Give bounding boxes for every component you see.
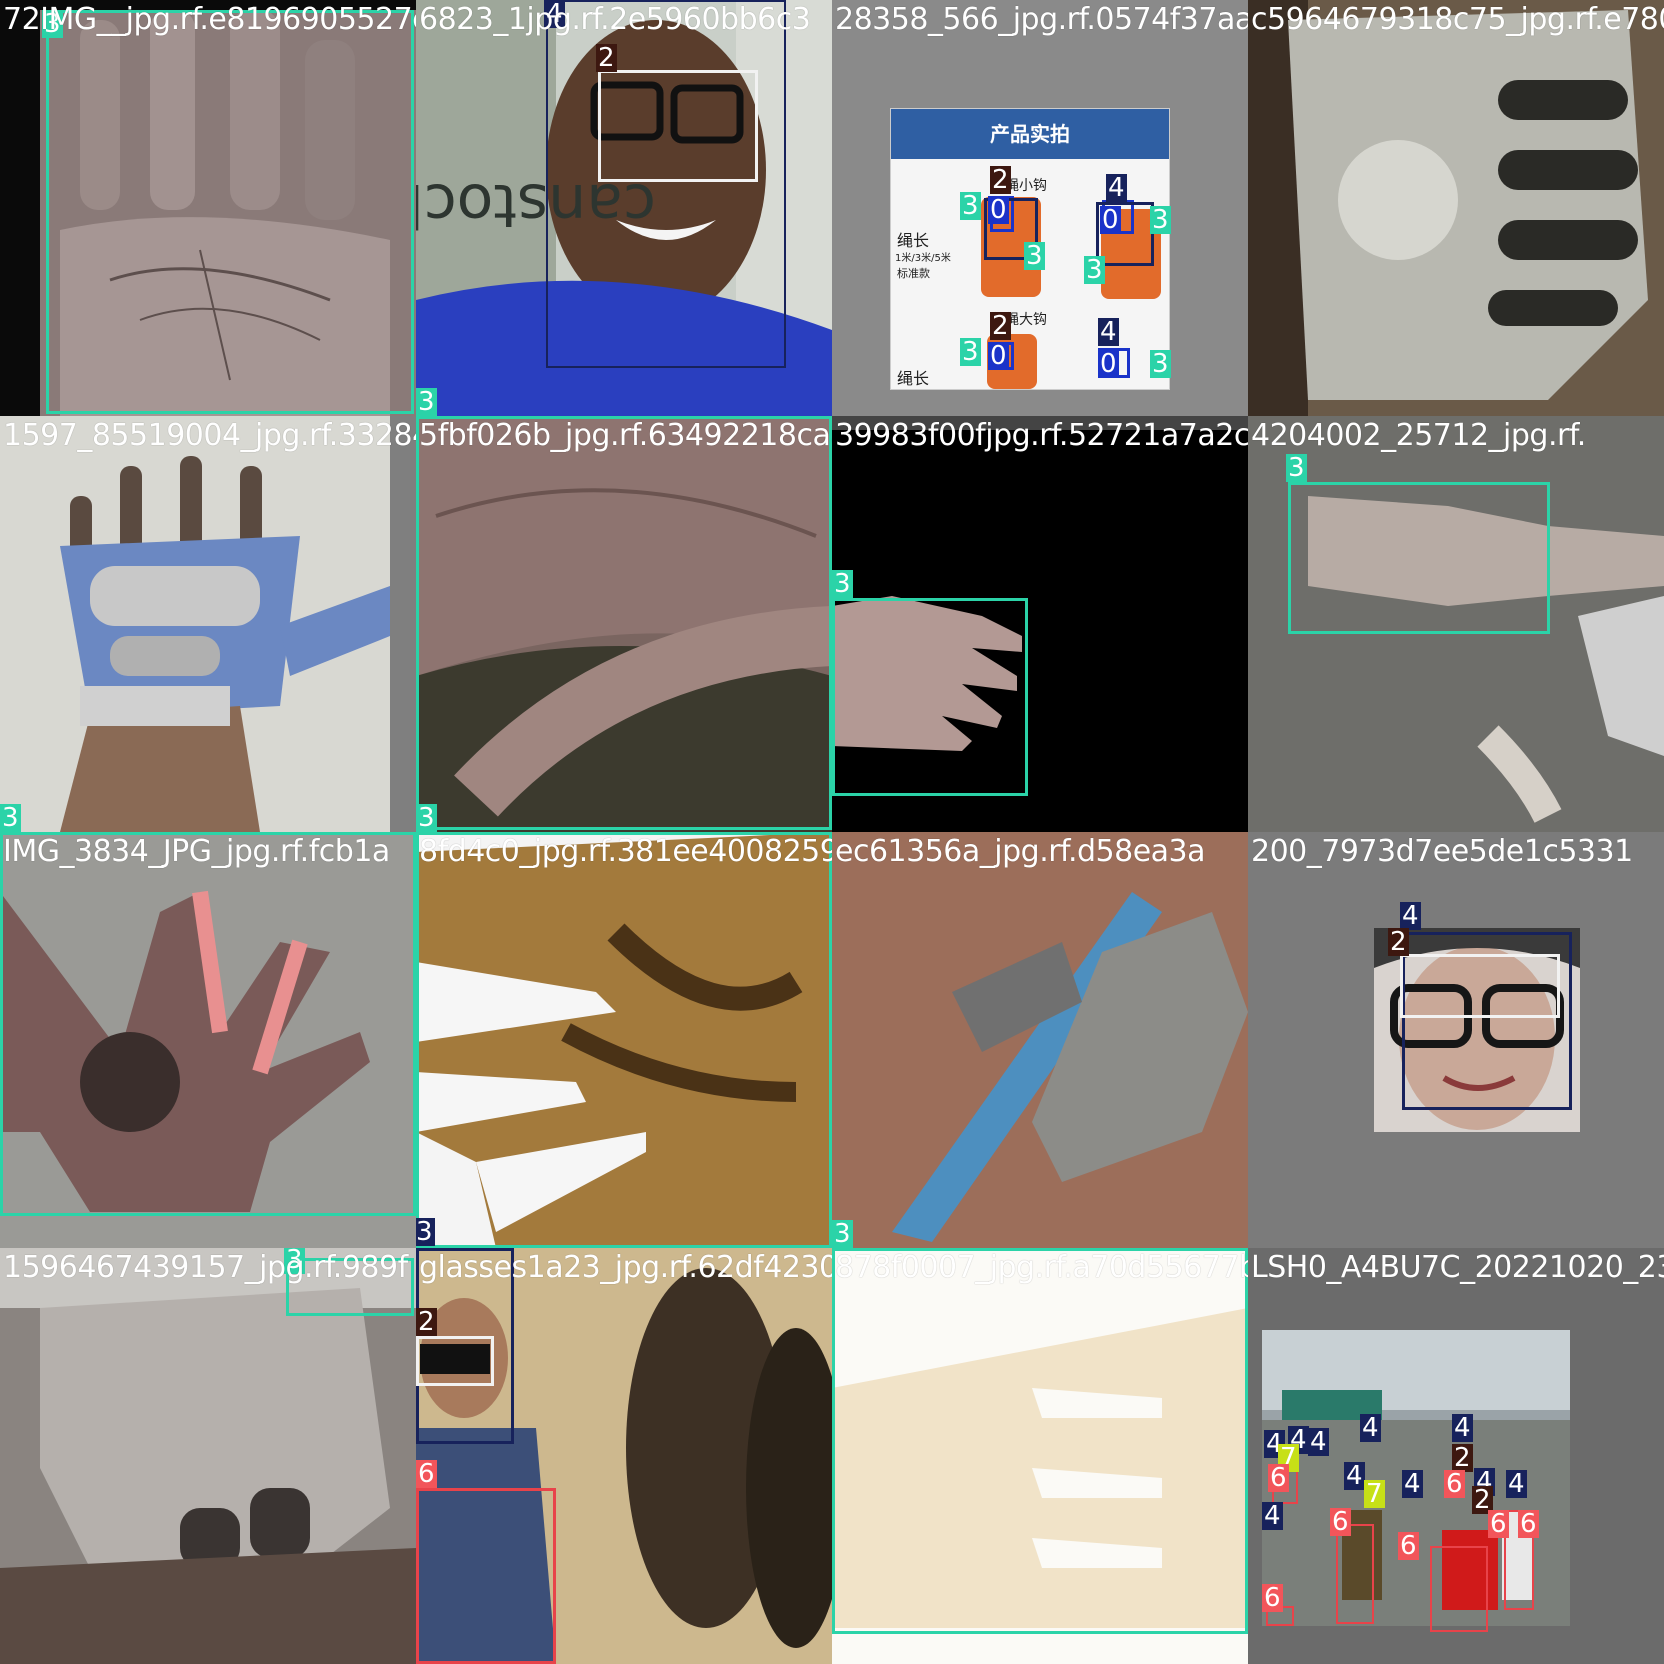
tile-palm-closeup: 3 72IMG__jpg.rf.e8196905527cb243 <box>0 0 416 416</box>
box-label: 2 <box>416 1307 437 1337</box>
glove-image <box>60 416 416 832</box>
tile-crowd: 4 4 7 4 6 4 4 4 2 6 4 7 4 6 2 4 6 6 6 6 … <box>1248 1248 1664 1664</box>
box-label: 3 <box>960 191 981 221</box>
tile-title: 39983f00fjpg.rf.52721a7a2c3 <box>835 418 1248 453</box>
tile-yellow-hand: 3 8fd4c0_jpg.rf.381ee40082595 <box>416 832 832 1248</box>
box-class-6 <box>1430 1546 1488 1632</box>
box-class-3 <box>0 832 416 1216</box>
tile-title: glasses1a23_jpg.rf.62df4230 <box>419 1250 832 1285</box>
tile-fist-texture: c5964679318c75_jpg.rf.e7800 <box>1248 0 1664 416</box>
box-label: 7 <box>1364 1479 1385 1509</box>
box-class-3 <box>832 598 1028 796</box>
box-label: 3 <box>1286 453 1307 483</box>
box-label: 2 <box>990 165 1011 195</box>
tile-title: 200_7973d7ee5de1c5331 <box>1251 834 1633 869</box>
tile-title: 1597_85519004_jpg.rf.33284 <box>3 418 416 453</box>
tile-man-glasses: canstock 4 2 3 6823_1jpg.rf.2e5960bb6c3 <box>416 0 832 416</box>
box-label: 6 <box>1262 1583 1283 1613</box>
box-label: 2 <box>990 311 1011 341</box>
box-label: 3 <box>1024 241 1045 271</box>
box-label: 3 <box>832 1219 853 1248</box>
tile-title: 5fbf026b_jpg.rf.63492218caa <box>419 418 832 453</box>
mosaic-grid: 3 72IMG__jpg.rf.e8196905527cb243 canstoc… <box>0 0 1664 1664</box>
box-class-3 <box>46 10 414 414</box>
box-label: 4 <box>1506 1469 1527 1499</box>
tile-title: 8fd4c0_jpg.rf.381ee40082595 <box>419 834 832 869</box>
box-label: 4 <box>1344 1461 1365 1491</box>
tile-arm-closeup: 3 5fbf026b_jpg.rf.63492218caa <box>416 416 832 832</box>
box-class-2 <box>1400 954 1560 1018</box>
box-label: 2 <box>1388 927 1409 957</box>
tile-title: 6823_1jpg.rf.2e5960bb6c3 <box>419 2 811 37</box>
inset-side-2: 1米/3米/5米 <box>895 253 951 264</box>
inset-side-4: 绳长 <box>897 369 930 388</box>
inset-side-1: 绳长 <box>897 231 930 250</box>
box-label: 3 <box>416 387 437 416</box>
tile-woman-glasses: 4 2 200_7973d7ee5de1c5331 <box>1248 832 1664 1248</box>
inset-side-3: 标准款 <box>897 267 930 280</box>
box-class-4 <box>546 0 786 368</box>
fist-image <box>1248 0 1648 416</box>
box-label: 3 <box>1150 205 1171 235</box>
tile-title: 878f0007_jpg.rf.a70d55677b <box>835 1250 1248 1285</box>
comb-image <box>832 832 1248 1248</box>
box-label: 3 <box>960 337 981 367</box>
tile-title: 1596467439157_jpg.rf.989f <box>3 1250 408 1285</box>
box-label: 4 <box>1452 1413 1473 1443</box>
box-label: 4 <box>1360 1413 1381 1443</box>
tile-dirty-hand: IMG_3834_JPG_jpg.rf.fcb1a <box>0 832 416 1248</box>
box-label: 4 <box>1262 1501 1283 1531</box>
box-class-3 <box>1288 482 1550 634</box>
box-label: 3 <box>1084 255 1105 285</box>
tile-gloved-hand: 3 1596467439157_jpg.rf.989f <box>0 1248 416 1664</box>
box-label: 6 <box>416 1459 437 1489</box>
box-label: 6 <box>1444 1469 1465 1499</box>
box-label: 4 <box>1308 1427 1329 1457</box>
box-class-2 <box>598 70 758 182</box>
tile-title: LSH0_A4BU7C_20221020_23 <box>1251 1250 1664 1285</box>
box-label: 6 <box>1518 1509 1539 1539</box>
tile-title: 28358_566_jpg.rf.0574f37aa5d800 <box>835 2 1248 37</box>
box-label: 2 <box>1452 1443 1473 1473</box>
box-label: 4 <box>1098 317 1119 347</box>
tile-hand-dark: 3 39983f00fjpg.rf.52721a7a2c3 <box>832 416 1248 832</box>
box-class-3 <box>832 1248 1248 1634</box>
box-label: 2 <box>596 43 617 73</box>
box-class-3 <box>416 416 832 830</box>
tile-glove: 3 1597_85519004_jpg.rf.33284 <box>0 416 416 832</box>
box-label: 3 <box>832 569 853 599</box>
box-label: 0 <box>988 195 1009 225</box>
box-label: 3 <box>416 803 437 832</box>
tile-title: c5964679318c75_jpg.rf.e7800 <box>1251 2 1664 37</box>
box-class-3 <box>416 832 832 1248</box>
box-label: 3 <box>416 1217 435 1247</box>
tile-title: 72IMG__jpg.rf.e8196905527cb243 <box>3 2 416 37</box>
box-class-2 <box>416 1336 494 1386</box>
tile-harness-product: 产品实拍 单绳小钩 单绳大钩 绳长 1米/3米/5米 标准款 绳长 2 4 3 … <box>832 0 1248 416</box>
tile-man-cap: 4 2 6 glasses1a23_jpg.rf.62df4230 <box>416 1248 832 1664</box>
tile-comb-glove: 3 ec61356a_jpg.rf.d58ea3a <box>832 832 1248 1248</box>
tile-title: 4204002_25712_jpg.rf. <box>1251 418 1586 453</box>
box-label: 0 <box>988 341 1009 371</box>
box-label: 0 <box>1100 205 1121 235</box>
tile-pale-hand: 878f0007_jpg.rf.a70d55677b <box>832 1248 1248 1664</box>
box-label: 4 <box>1402 1469 1423 1499</box>
box-label: 6 <box>1268 1463 1289 1493</box>
box-label: 3 <box>1150 349 1171 379</box>
box-label: 6 <box>1330 1507 1351 1537</box>
box-class-6 <box>1336 1524 1374 1624</box>
box-label: 6 <box>1398 1531 1419 1561</box>
box-label: 4 <box>1106 173 1127 203</box>
box-class-6 <box>416 1488 556 1664</box>
box-label: 6 <box>1488 1509 1509 1539</box>
tile-title: IMG_3834_JPG_jpg.rf.fcb1a <box>3 834 390 869</box>
tile-title: ec61356a_jpg.rf.d58ea3a <box>835 834 1206 869</box>
inset-heading: 产品实拍 <box>891 109 1169 159</box>
tile-hand-gravel: 3 4204002_25712_jpg.rf. <box>1248 416 1664 832</box>
box-label: 3 <box>0 803 21 832</box>
box-label: 0 <box>1098 349 1119 379</box>
box-label: 4 <box>1400 901 1421 931</box>
